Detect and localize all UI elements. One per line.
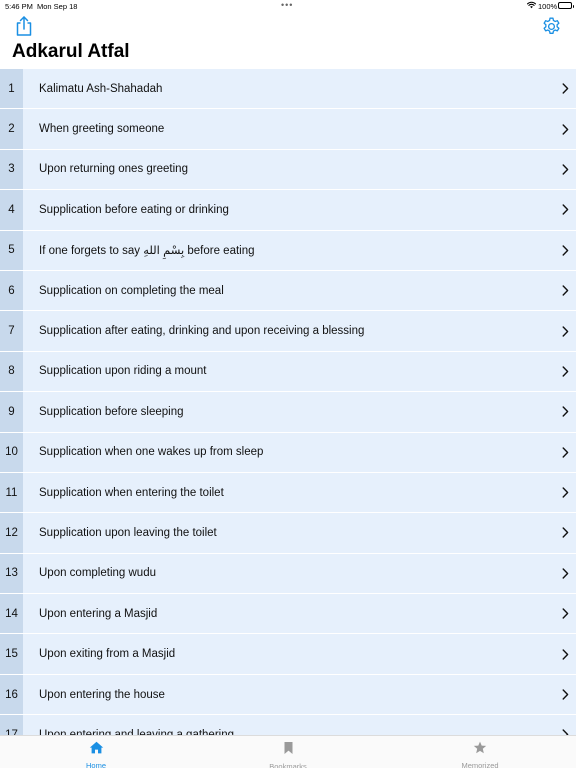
list-item[interactable]: 13 Upon completing wudu (0, 553, 576, 595)
item-number: 10 (0, 432, 23, 472)
chevron-right-icon (554, 190, 576, 229)
status-time: 5:46 PM (5, 2, 33, 11)
chevron-right-icon (554, 271, 576, 310)
list-item[interactable]: 3 Upon returning ones greeting (0, 149, 576, 191)
list-item[interactable]: 7 Supplication after eating, drinking and… (0, 311, 576, 352)
chevron-right-icon (554, 311, 576, 350)
list-item[interactable]: 8 Supplication upon riding a mount (0, 351, 576, 393)
item-number: 14 (0, 594, 23, 634)
battery-icon (558, 2, 574, 9)
item-number: 16 (0, 674, 23, 715)
item-label: Upon entering the house (39, 688, 165, 701)
list-item[interactable]: 17 Upon entering and leaving a gathering (0, 715, 576, 735)
item-number: 3 (0, 149, 23, 190)
list-item[interactable]: 16 Upon entering the house (0, 674, 576, 716)
list-item[interactable]: 10 Supplication when one wakes up from sl… (0, 432, 576, 473)
list-item[interactable]: 9 Supplication before sleeping (0, 392, 576, 433)
item-number: 13 (0, 553, 23, 594)
list-item[interactable]: 11 Supplication when entering the toilet (0, 472, 576, 514)
settings-button[interactable] (541, 16, 562, 37)
item-label: Upon exiting from a Masjid (39, 648, 176, 661)
chevron-right-icon (554, 513, 576, 552)
chevron-right-icon (554, 352, 576, 391)
list-item[interactable]: 2 When greeting someone (0, 109, 576, 150)
item-number: 17 (0, 715, 23, 735)
status-bar: 5:46 PM Mon Sep 18 ••• 100% (0, 0, 576, 12)
item-number: 2 (0, 109, 23, 149)
tab-label: Home (85, 761, 106, 768)
chevron-right-icon (554, 69, 576, 108)
list-item[interactable]: 12 Supplication upon leaving the toilet (0, 513, 576, 554)
item-number: 9 (0, 392, 23, 432)
chevron-right-icon (554, 109, 576, 148)
bookmark-icon (283, 741, 294, 760)
item-label: Upon entering a Masjid (39, 607, 158, 620)
supplication-list[interactable]: 1 Kalimatu Ash-Shahadah 2 When greeting som… (0, 69, 576, 735)
item-number: 1 (0, 69, 23, 109)
tab-memorized[interactable]: Memorized (384, 736, 576, 768)
item-number: 5 (0, 230, 23, 270)
item-label: Upon entering and leaving a gathering (39, 728, 235, 735)
list-item[interactable]: 5 If one forgets to say بِسْمِ اللهِ befo… (0, 230, 576, 271)
list-item[interactable]: 15 Upon exiting from a Masjid (0, 634, 576, 675)
chevron-right-icon (554, 634, 576, 673)
list-item[interactable]: 14 Upon entering a Masjid (0, 594, 576, 635)
item-number: 8 (0, 351, 23, 392)
chevron-right-icon (554, 433, 576, 472)
item-number: 15 (0, 634, 23, 674)
star-icon (473, 741, 487, 759)
item-label: Supplication after eating, drinking and … (39, 325, 365, 338)
share-button[interactable] (14, 15, 34, 37)
chevron-right-icon (554, 554, 576, 593)
item-label: Supplication when one wakes up from slee… (39, 446, 264, 459)
item-number: 7 (0, 311, 23, 351)
list-item[interactable]: 6 Supplication on completing the meal (0, 270, 576, 312)
tab-label: Bookmarks (269, 762, 307, 768)
share-icon (16, 16, 32, 36)
item-label: Upon returning ones greeting (39, 163, 188, 176)
home-icon (89, 741, 104, 759)
item-label: Supplication upon leaving the toilet (39, 526, 217, 539)
chevron-right-icon (554, 473, 576, 512)
item-label: Supplication when entering the toilet (39, 486, 224, 499)
item-number: 6 (0, 270, 23, 311)
gear-icon (543, 17, 560, 34)
item-number: 12 (0, 513, 23, 553)
multitasking-dots[interactable]: ••• (281, 0, 293, 10)
chevron-right-icon (554, 594, 576, 633)
item-number: 4 (0, 190, 23, 230)
chevron-right-icon (554, 392, 576, 431)
item-label: If one forgets to say بِسْمِ اللهِ befor… (39, 245, 255, 258)
chevron-right-icon (554, 715, 576, 735)
battery-percentage: 100% (538, 2, 558, 11)
tab-label: Memorized (461, 761, 499, 768)
tab-bookmarks[interactable]: Bookmarks (192, 736, 384, 768)
page-title: Adkarul Atfal (12, 41, 130, 62)
list-item[interactable]: 4 Supplication before eating or drinking (0, 190, 576, 231)
chevron-right-icon (554, 231, 576, 270)
wifi-icon (526, 1, 537, 11)
chevron-right-icon (554, 675, 576, 714)
tab-bar: Home Bookmarks Memorized (0, 735, 576, 768)
list-item[interactable]: 1 Kalimatu Ash-Shahadah (0, 69, 576, 110)
status-date: Mon Sep 18 (37, 2, 78, 11)
tab-home[interactable]: Home (0, 736, 192, 768)
item-label: Supplication before sleeping (39, 405, 184, 418)
item-label: Supplication upon riding a mount (39, 365, 207, 378)
item-label: Supplication before eating or drinking (39, 203, 229, 216)
chevron-right-icon (554, 150, 576, 189)
item-number: 11 (0, 472, 23, 513)
item-label: Kalimatu Ash-Shahadah (39, 82, 163, 95)
item-label: Supplication on completing the meal (39, 284, 224, 297)
item-label: Upon completing wudu (39, 567, 156, 580)
item-label: When greeting someone (39, 123, 165, 136)
